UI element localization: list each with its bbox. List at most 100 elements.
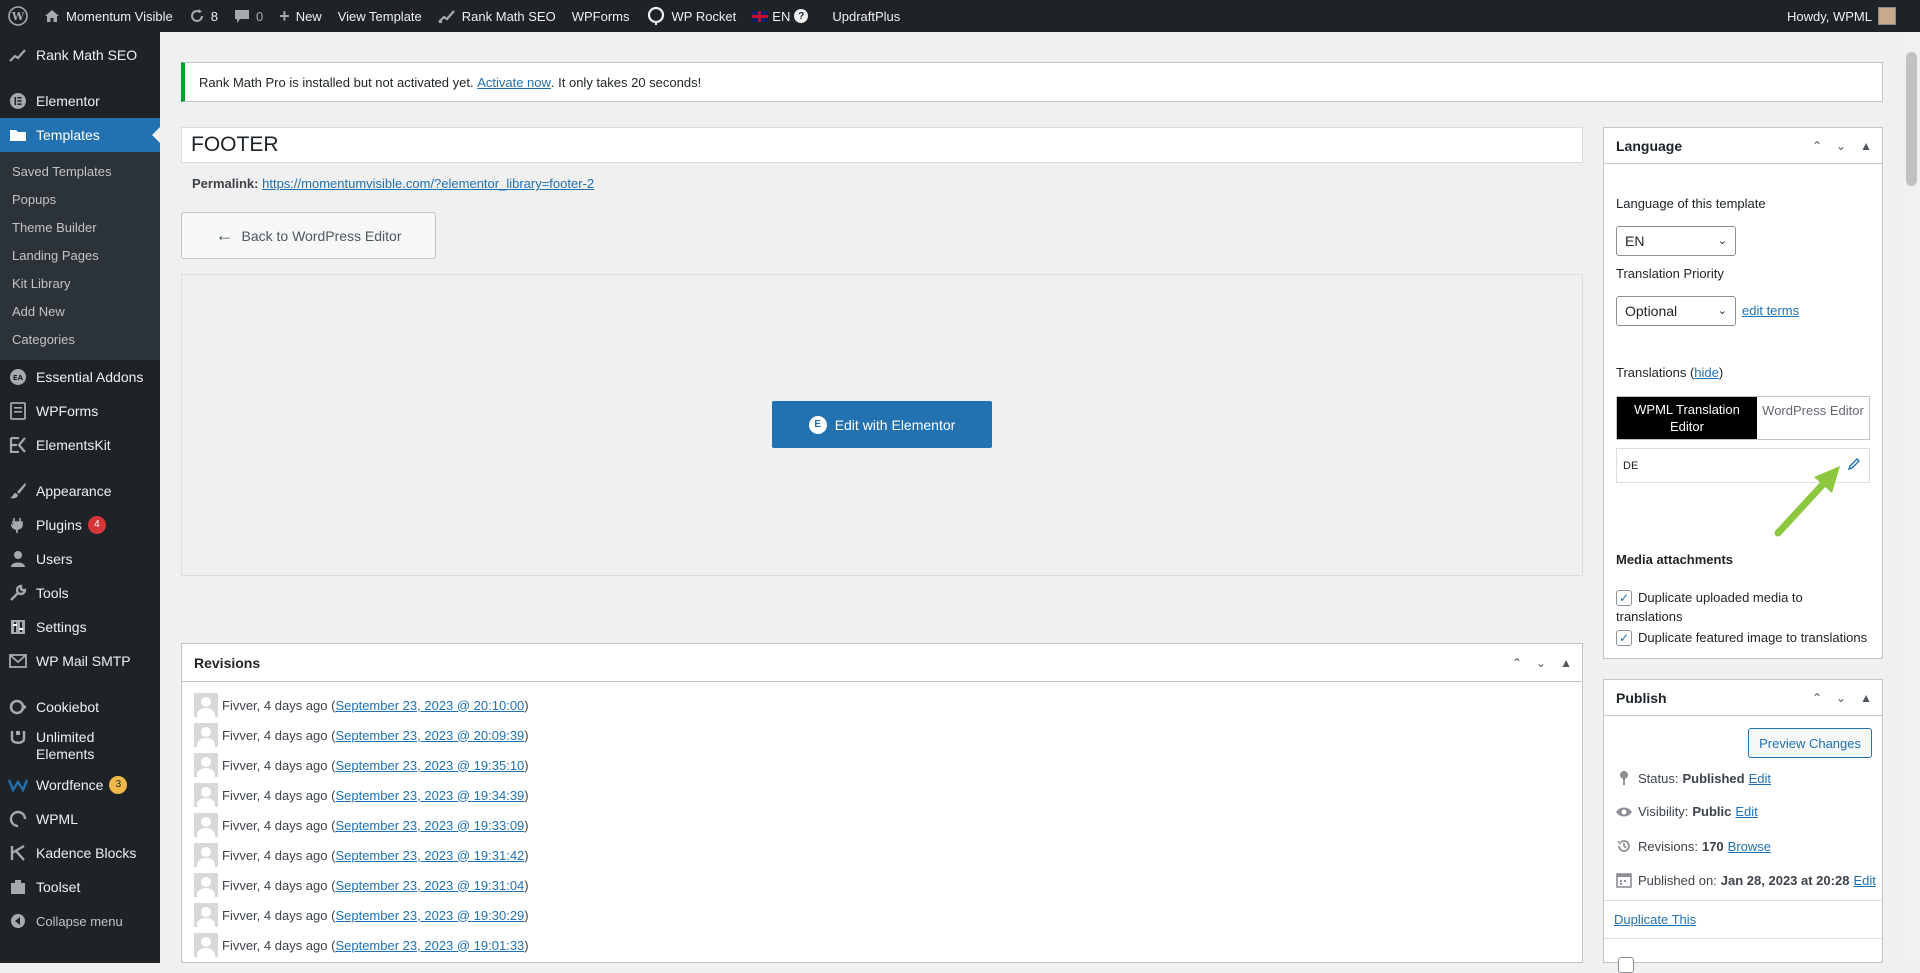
translation-priority-select[interactable]: Optional ⌄ <box>1616 296 1736 326</box>
edit-with-elementor-button[interactable]: E Edit with Elementor <box>772 401 992 448</box>
browse-revisions-link[interactable]: Browse <box>1728 839 1771 854</box>
move-up-icon[interactable]: ⌃ <box>1812 691 1822 705</box>
wp-rocket-link[interactable]: WP Rocket <box>638 0 745 32</box>
submenu-item-saved-templates[interactable]: Saved Templates <box>0 158 160 186</box>
avatar <box>1878 7 1896 25</box>
revision-suffix: ) <box>524 697 529 713</box>
sidebar-item-wordfence[interactable]: Wordfence 3 <box>0 768 160 802</box>
back-button-label: Back to WordPress Editor <box>241 227 402 244</box>
revision-link[interactable]: September 23, 2023 @ 20:09:39 <box>335 728 524 743</box>
edit-terms-link[interactable]: edit terms <box>1742 303 1799 318</box>
sidebar-item-kadence-blocks[interactable]: Kadence Blocks <box>0 836 160 870</box>
submenu-item-theme-builder[interactable]: Theme Builder <box>0 214 160 242</box>
translations-label: Translations (hide) <box>1616 365 1723 380</box>
edit-visibility-link[interactable]: Edit <box>1735 804 1757 819</box>
sidebar-item-wpml[interactable]: WPML <box>0 802 160 836</box>
sidebar-item-toolset[interactable]: Toolset <box>0 870 160 904</box>
scrollbar-thumb[interactable] <box>1906 52 1917 186</box>
move-down-icon[interactable]: ⌄ <box>1836 691 1846 705</box>
sidebar-item-settings[interactable]: Settings <box>0 610 160 644</box>
language-switcher[interactable]: EN ? <box>744 0 816 32</box>
preview-changes-button[interactable]: Preview Changes <box>1748 728 1872 758</box>
view-template-link[interactable]: View Template <box>330 0 430 32</box>
move-down-icon[interactable]: ⌄ <box>1536 656 1546 670</box>
hide-translations-link[interactable]: hide <box>1694 365 1719 380</box>
wpml-translation-editor-option[interactable]: WPML Translation Editor <box>1617 397 1757 439</box>
sidebar-item-elementskit[interactable]: ElementsKit <box>0 428 160 462</box>
move-up-icon[interactable]: ⌃ <box>1512 656 1522 670</box>
sidebar-item-essential-addons[interactable]: EA Essential Addons <box>0 360 160 394</box>
revision-author: Fivver, 4 days ago ( <box>222 877 336 893</box>
revision-link[interactable]: September 23, 2023 @ 19:30:29 <box>335 908 524 923</box>
comments-link[interactable]: 0 <box>226 0 271 32</box>
revision-row: Fivver, 4 days ago (September 23, 2023 @… <box>194 720 1570 750</box>
site-name-label: Momentum Visible <box>66 8 173 24</box>
move-down-icon[interactable]: ⌄ <box>1836 139 1846 153</box>
pin-icon <box>1614 770 1634 786</box>
revision-link[interactable]: September 23, 2023 @ 19:33:09 <box>335 818 524 833</box>
back-to-wordpress-editor-button[interactable]: ← Back to WordPress Editor <box>181 212 436 259</box>
post-title-input[interactable]: FOOTER <box>181 127 1583 163</box>
sidebar-item-wp-mail-smtp[interactable]: WP Mail SMTP <box>0 644 160 678</box>
sidebar-item-label: Appearance <box>36 483 112 499</box>
duplicate-media-checkbox[interactable]: ✓ <box>1616 590 1632 606</box>
sidebar-item-rank-math[interactable]: Rank Math SEO <box>0 38 160 72</box>
sidebar-item-appearance[interactable]: Appearance <box>0 474 160 508</box>
avatar <box>194 723 218 747</box>
priority-field-label: Translation Priority <box>1616 266 1724 281</box>
language-select[interactable]: EN ⌄ <box>1616 226 1736 256</box>
new-content-link[interactable]: + New <box>271 0 330 32</box>
sidebar-item-plugins[interactable]: Plugins 4 <box>0 508 160 542</box>
updates-link[interactable]: 8 <box>181 0 226 32</box>
revision-author: Fivver, 4 days ago ( <box>222 697 336 713</box>
revision-author: Fivver, 4 days ago ( <box>222 787 336 803</box>
revision-link[interactable]: September 23, 2023 @ 20:10:00 <box>335 698 524 713</box>
sidebar-item-tools[interactable]: Tools <box>0 576 160 610</box>
sidebar-item-users[interactable]: Users <box>0 542 160 576</box>
post-title-value: FOOTER <box>191 133 279 156</box>
sidebar-item-cookiebot[interactable]: Cookiebot <box>0 690 160 724</box>
move-up-icon[interactable]: ⌃ <box>1812 139 1822 153</box>
revision-link[interactable]: September 23, 2023 @ 19:31:04 <box>335 878 524 893</box>
wordpress-editor-option[interactable]: WordPress Editor <box>1757 397 1869 439</box>
sidebar-item-templates[interactable]: Templates <box>0 118 160 152</box>
duplicate-media-checkbox-row[interactable]: ✓ Duplicate uploaded media to translation… <box>1616 588 1876 626</box>
uk-flag-icon <box>752 10 769 22</box>
help-icon[interactable]: ? <box>794 9 809 23</box>
submenu-item-add-new[interactable]: Add New <box>0 298 160 326</box>
sidebar-item-unlimited-elements[interactable]: Unlimited Elements <box>0 724 160 768</box>
wordpress-logo-icon[interactable]: W <box>0 0 36 32</box>
submenu-item-kit-library[interactable]: Kit Library <box>0 270 160 298</box>
revisions-header: Revisions ⌃ ⌄ ▲ <box>182 644 1582 682</box>
wpforms-link[interactable]: WPForms <box>564 0 638 32</box>
toggle-panel-icon[interactable]: ▲ <box>1860 691 1872 705</box>
duplicate-this-link[interactable]: Duplicate This <box>1614 912 1696 927</box>
chevron-down-icon: ⌄ <box>1717 235 1727 247</box>
toggle-panel-icon[interactable]: ▲ <box>1860 139 1872 153</box>
site-name-link[interactable]: Momentum Visible <box>36 0 181 32</box>
revision-suffix: ) <box>524 937 529 953</box>
revisions-box: Revisions ⌃ ⌄ ▲ Fivver, 4 days ago (Sept… <box>181 643 1583 963</box>
collapse-menu-button[interactable]: Collapse menu <box>0 904 160 938</box>
my-account-link[interactable]: Howdy, WPML <box>1779 0 1920 32</box>
submenu-item-popups[interactable]: Popups <box>0 186 160 214</box>
duplicate-featured-checkbox[interactable]: ✓ <box>1616 630 1632 646</box>
revision-link[interactable]: September 23, 2023 @ 19:35:10 <box>335 758 524 773</box>
sidebar-item-wpforms[interactable]: WPForms <box>0 394 160 428</box>
updraftplus-link[interactable]: UpdraftPlus <box>824 0 908 32</box>
sidebar-item-elementor[interactable]: Elementor <box>0 84 160 118</box>
duplicate-featured-checkbox-row[interactable]: ✓ Duplicate featured image to translatio… <box>1616 628 1876 647</box>
sidebar-item-label: Settings <box>36 619 87 635</box>
revision-link[interactable]: September 23, 2023 @ 19:31:42 <box>335 848 524 863</box>
permalink-link[interactable]: https://momentumvisible.com/?elementor_l… <box>262 176 594 191</box>
checkbox[interactable] <box>1618 957 1634 973</box>
activate-now-link[interactable]: Activate now <box>477 75 551 90</box>
rank-math-link[interactable]: Rank Math SEO <box>430 0 564 32</box>
revision-link[interactable]: September 23, 2023 @ 19:34:39 <box>335 788 524 803</box>
submenu-item-categories[interactable]: Categories <box>0 326 160 354</box>
revision-link[interactable]: September 23, 2023 @ 19:01:33 <box>335 938 524 953</box>
edit-status-link[interactable]: Edit <box>1749 771 1771 786</box>
edit-date-link[interactable]: Edit <box>1853 873 1875 888</box>
toggle-panel-icon[interactable]: ▲ <box>1560 656 1572 670</box>
submenu-item-landing-pages[interactable]: Landing Pages <box>0 242 160 270</box>
